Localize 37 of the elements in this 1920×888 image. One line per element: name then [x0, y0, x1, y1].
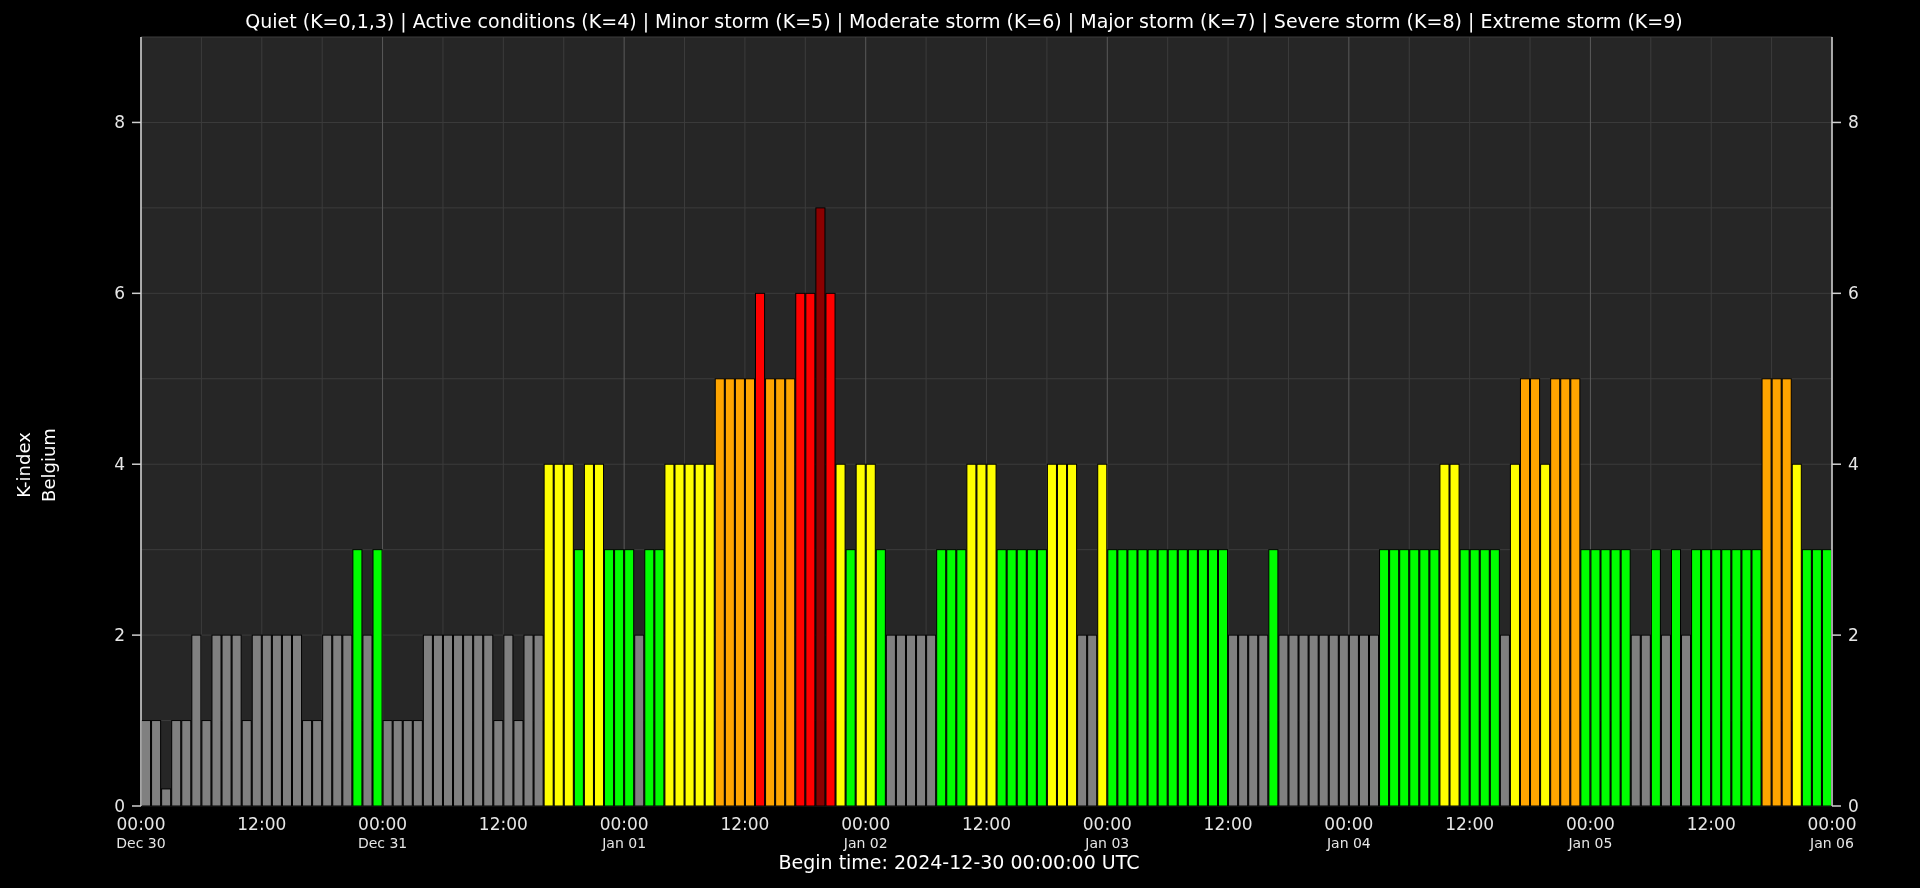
x-tick-label: 00:00 [599, 814, 649, 834]
y-tick-label: 0 [114, 796, 125, 816]
x-tick-label: 12:00 [720, 814, 770, 834]
x-tick-label: 00:00 [1324, 814, 1374, 834]
date-label: Jan 03 [1085, 835, 1130, 851]
date-label: Dec 31 [357, 835, 408, 851]
y-tick-label: 2 [114, 625, 125, 646]
x-tick-label: 00:00 [116, 814, 166, 834]
y-tick-label: 4 [114, 454, 125, 475]
x-tick-label: 00:00 [1807, 814, 1857, 834]
date-label: Jan 01 [602, 835, 647, 851]
x-tick-label: 00:00 [1082, 814, 1132, 834]
x-tick-label: 12:00 [1203, 814, 1253, 834]
y-tick-label: 8 [114, 112, 125, 133]
y-tick-label: 6 [1848, 283, 1859, 304]
date-label: Jan 06 [1810, 835, 1854, 851]
x-tick-label: 00:00 [358, 814, 408, 834]
x-tick-label: 00:00 [1565, 814, 1615, 834]
x-tick-label: 12:00 [237, 814, 287, 834]
x-tick-label: 12:00 [962, 814, 1011, 834]
x-tick-label: 00:00 [841, 814, 891, 834]
date-label: Jan 02 [843, 835, 888, 851]
chart-title: Quiet (K=0,1,3) | Active conditions (K=4) | Minor storm (K=5) | Moderate storm (K=6) | Major storm (K=7) | Severe storm (K=8) | Extreme storm (K=9) [245, 10, 1683, 32]
x-tick-label: 12:00 [1686, 814, 1736, 834]
y-axis-label: Belgium [38, 428, 59, 502]
series-label: K-index [13, 432, 34, 498]
date-label: Dec 30 [116, 835, 166, 851]
x-tick-label: 12:00 [478, 814, 528, 834]
date-label: Jan 05 [1568, 835, 1613, 851]
y-tick-label: 6 [114, 283, 125, 304]
x-axis-label: Begin time: 2024-12-30 00:00:00 UTC [778, 851, 1140, 873]
y-tick-label: 4 [1848, 454, 1859, 475]
x-tick-label: 12:00 [1445, 814, 1495, 834]
y-tick-label: 0 [1848, 796, 1859, 816]
date-label: Jan 04 [1326, 835, 1371, 851]
y-tick-label: 2 [1848, 625, 1859, 646]
y-tick-label: 8 [1848, 112, 1859, 133]
